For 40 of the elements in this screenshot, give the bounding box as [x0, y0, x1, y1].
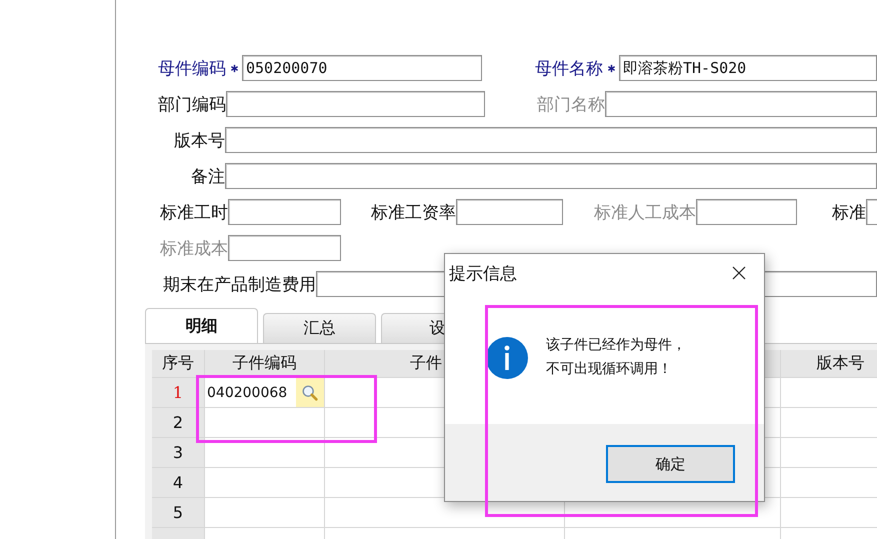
- tab[interactable]: 汇总: [263, 313, 376, 343]
- field-label: 标准工资率: [371, 202, 456, 224]
- search-button[interactable]: [296, 378, 324, 407]
- text-field[interactable]: [225, 127, 877, 153]
- row-number: 4: [152, 468, 205, 498]
- row-number: 3: [152, 438, 205, 468]
- field-label: 标准成本: [160, 238, 228, 260]
- field-label: 期末在产品制造费用: [163, 274, 316, 296]
- field-label: 版本号: [174, 130, 225, 152]
- required-icon: [230, 64, 239, 72]
- close-icon[interactable]: [732, 266, 746, 280]
- row-number: 2: [152, 408, 205, 438]
- text-field[interactable]: [605, 91, 877, 117]
- row-number: 5: [152, 498, 205, 528]
- field-label: 标准: [832, 202, 866, 224]
- text-field[interactable]: [228, 235, 341, 261]
- column-header: 序号: [152, 350, 205, 378]
- field-label: 部门编码: [158, 94, 226, 116]
- field-label: 母件名称: [535, 58, 603, 80]
- text-field[interactable]: [228, 199, 341, 225]
- field-label: 标准人工成本: [594, 202, 696, 224]
- column-header: 版本号: [781, 350, 877, 378]
- text-field[interactable]: 050200070: [242, 55, 482, 81]
- search-icon: [301, 384, 319, 402]
- info-icon: [485, 336, 529, 380]
- field-label: 母件编码: [158, 58, 226, 80]
- text-field[interactable]: [456, 199, 563, 225]
- text-field[interactable]: 即溶茶粉TH-S020: [619, 55, 877, 81]
- text-field[interactable]: [225, 163, 877, 189]
- ok-button[interactable]: 确定: [606, 445, 735, 483]
- field-label: 部门名称: [537, 94, 605, 116]
- dialog-title: 提示信息: [449, 262, 517, 284]
- text-field[interactable]: [226, 91, 485, 117]
- field-label: 备注: [191, 166, 225, 188]
- field-label: 标准工时: [160, 202, 228, 224]
- tab[interactable]: 明细: [145, 308, 258, 343]
- cell-text: 040200068: [207, 384, 288, 400]
- row-number: 1: [152, 378, 205, 408]
- required-icon: [607, 64, 616, 72]
- text-field[interactable]: [696, 199, 797, 225]
